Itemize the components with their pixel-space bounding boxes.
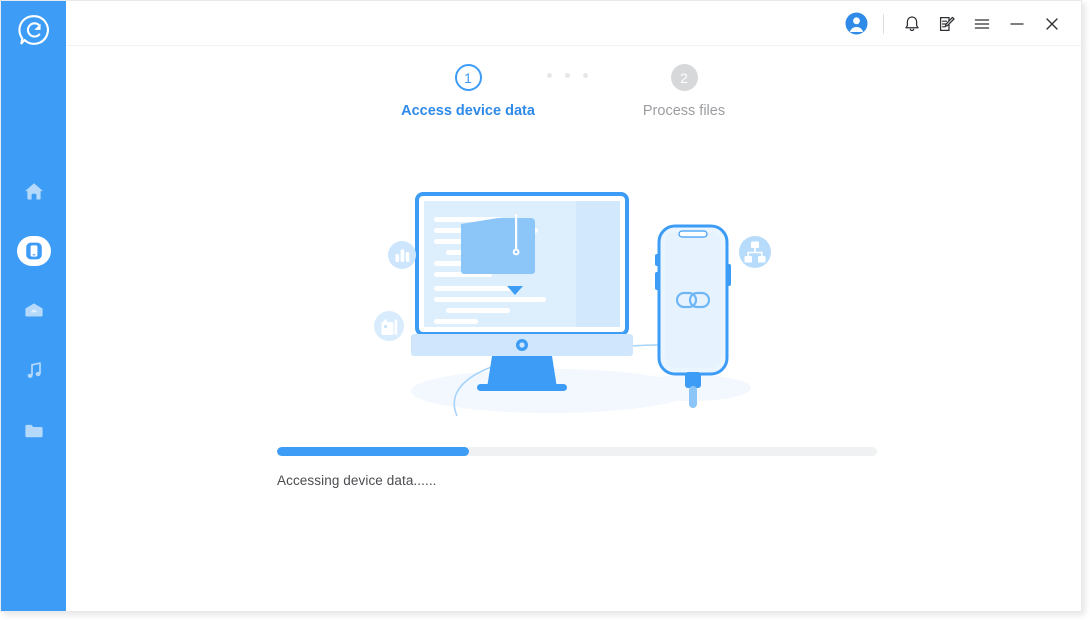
- title-bar: [66, 1, 1081, 46]
- progress-bar: [277, 447, 877, 456]
- minimize-icon[interactable]: [1002, 9, 1032, 39]
- home-icon: [23, 180, 45, 202]
- bell-icon[interactable]: [897, 9, 927, 39]
- window-frame: 1 Access device data 2 Process files Acc…: [0, 0, 1082, 612]
- zipped-folder-icon: [461, 214, 535, 274]
- note-edit-icon[interactable]: [932, 9, 962, 39]
- user-avatar-icon[interactable]: [841, 9, 871, 39]
- sidebar-item-cloud[interactable]: [1, 281, 66, 341]
- sidebar-nav: [1, 161, 66, 461]
- hamburger-menu-icon[interactable]: [967, 9, 997, 39]
- device-connected-to-computer-illustration: [361, 176, 791, 421]
- circle-c-logo-icon[interactable]: [17, 13, 51, 47]
- folder-icon: [23, 420, 45, 442]
- window-controls: [836, 1, 1067, 46]
- step-process-files[interactable]: 2 Process files: [584, 64, 784, 119]
- smartphone-icon: [655, 224, 731, 376]
- badge-network: [739, 236, 771, 268]
- badge-document: [374, 311, 404, 341]
- cloud-icon: [23, 300, 45, 322]
- badge-chart: [388, 241, 416, 269]
- separator-dot: [547, 73, 552, 78]
- progress-status-text: Accessing device data......: [277, 473, 437, 488]
- separator-dot: [565, 73, 570, 78]
- sidebar-item-device[interactable]: [1, 221, 66, 281]
- step-label: Process files: [642, 103, 726, 119]
- sidebar-item-music[interactable]: [1, 341, 66, 401]
- sidebar-item-home[interactable]: [1, 161, 66, 221]
- step-number-badge: 1: [454, 64, 482, 91]
- app-window: 1 Access device data 2 Process files Acc…: [0, 0, 1090, 620]
- stepper: 1 Access device data 2 Process files: [66, 64, 1081, 144]
- music-note-icon: [23, 360, 45, 382]
- sidebar-item-files[interactable]: [1, 401, 66, 461]
- step-number-badge: 2: [670, 64, 698, 91]
- phone-device-icon: [23, 240, 45, 262]
- step-access-device-data[interactable]: 1 Access device data: [368, 64, 568, 119]
- monitor-stand: [487, 356, 557, 388]
- progress-bar-fill: [277, 447, 469, 456]
- close-icon[interactable]: [1037, 9, 1067, 39]
- step-label: Access device data: [401, 103, 535, 119]
- header-divider: [883, 13, 884, 34]
- sidebar: [1, 1, 66, 611]
- progress-section: Accessing device data......: [277, 447, 877, 488]
